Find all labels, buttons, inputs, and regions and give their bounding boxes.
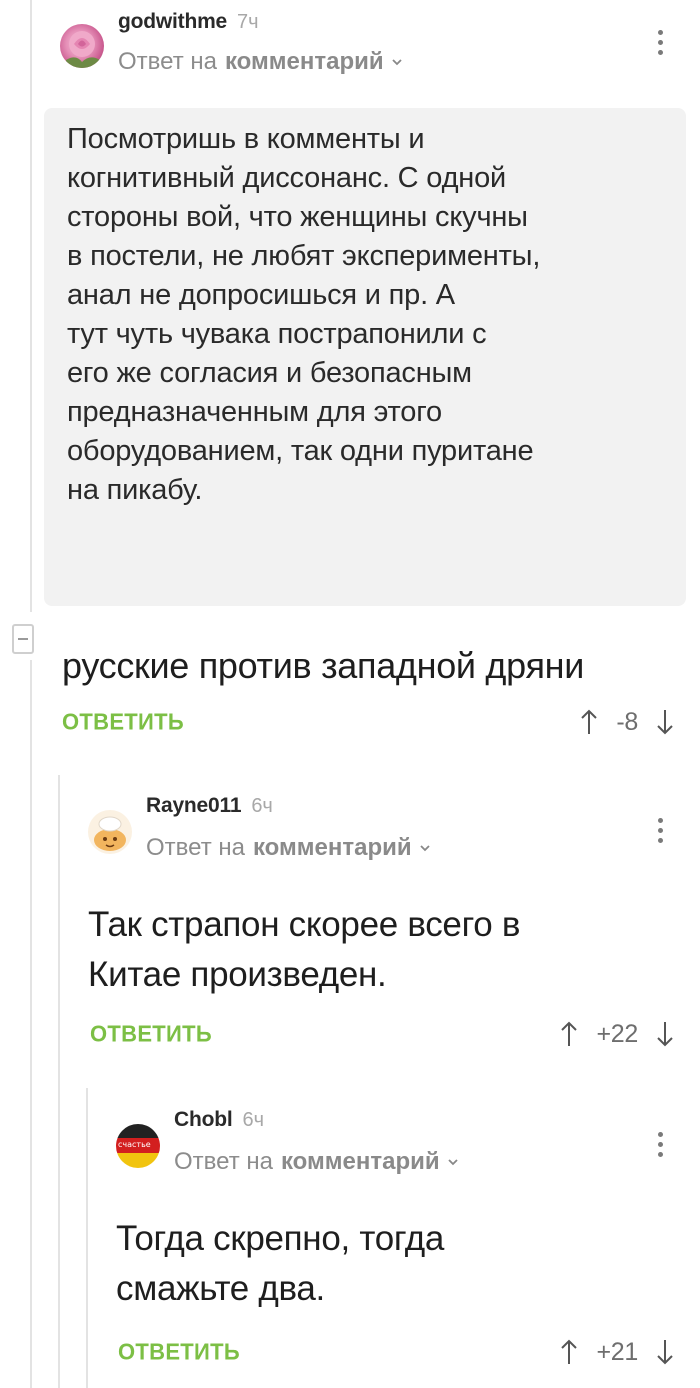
quoted-comment-header: godwithme 7ч Ответ на комментарий (60, 10, 404, 82)
upvote-arrow-icon[interactable] (560, 1020, 578, 1048)
comment-text: русские против западной дряни (62, 645, 585, 686)
chevron-down-icon (447, 1159, 458, 1166)
reply-comment-header: счастье Chobl 6ч Ответ на комментарий (116, 1108, 460, 1182)
more-options-icon[interactable] (648, 810, 672, 850)
more-options-icon[interactable] (648, 1124, 672, 1164)
rating-score: -8 (616, 707, 638, 736)
avatar-caption: счастье (118, 1140, 151, 1149)
thread-line (30, 0, 32, 612)
reply-button[interactable]: ОТВЕТИТЬ (62, 708, 184, 735)
chevron-down-icon (391, 59, 402, 66)
timestamp: 6ч (242, 1109, 265, 1131)
reply-button[interactable]: ОТВЕТИТЬ (118, 1338, 240, 1365)
author-name[interactable]: Rayne011 (146, 794, 242, 818)
vote-controls: +22 (560, 1020, 674, 1049)
upvote-arrow-icon[interactable] (560, 1338, 578, 1366)
reply-comment-header: Rayne011 6ч Ответ на комментарий (88, 794, 432, 868)
reply-to-link[interactable]: Ответ на комментарий (118, 48, 404, 82)
comment-actions: ОТВЕТИТЬ +22 (90, 1016, 674, 1052)
avatar[interactable]: счастье (116, 1124, 160, 1168)
author-name[interactable]: godwithme (118, 10, 227, 34)
author-name[interactable]: Chobl (174, 1108, 233, 1132)
vote-controls: -8 (580, 708, 674, 737)
more-options-icon[interactable] (648, 22, 672, 62)
thread-line (30, 660, 32, 1388)
vote-controls: +21 (560, 1338, 674, 1367)
cartoon-avatar-icon (94, 816, 126, 851)
collapse-thread-button[interactable] (12, 624, 34, 654)
comment-actions: ОТВЕТИТЬ -8 (62, 704, 674, 740)
quoted-text: Посмотришь в комменты и когнитивный дисс… (67, 123, 541, 506)
reply-button[interactable]: ОТВЕТИТЬ (90, 1020, 212, 1047)
quoted-text-block: Посмотришь в комменты и когнитивный дисс… (44, 108, 686, 606)
timestamp: 6ч (251, 795, 273, 817)
thread-line (58, 775, 60, 1388)
rating-score: +22 (596, 1019, 638, 1048)
comment-text: Тогда скрепно, тогда смажьте два. (116, 1219, 445, 1308)
comment-actions: ОТВЕТИТЬ +21 (118, 1334, 674, 1370)
downvote-arrow-icon[interactable] (656, 1338, 674, 1366)
comment-text: Так страпон скорее всего в Китае произве… (88, 905, 521, 994)
avatar[interactable] (88, 810, 132, 854)
reply-to-link[interactable]: Ответ на комментарий (174, 1148, 460, 1182)
upvote-arrow-icon[interactable] (580, 708, 598, 736)
reply-to-link[interactable]: Ответ на комментарий (146, 834, 432, 868)
avatar[interactable] (60, 24, 104, 68)
rose-avatar-icon (66, 31, 100, 68)
rating-score: +21 (596, 1337, 638, 1366)
downvote-arrow-icon[interactable] (656, 1020, 674, 1048)
chevron-down-icon (419, 845, 430, 852)
downvote-arrow-icon[interactable] (656, 708, 674, 736)
thread-line (86, 1088, 88, 1388)
timestamp: 7ч (237, 11, 259, 33)
